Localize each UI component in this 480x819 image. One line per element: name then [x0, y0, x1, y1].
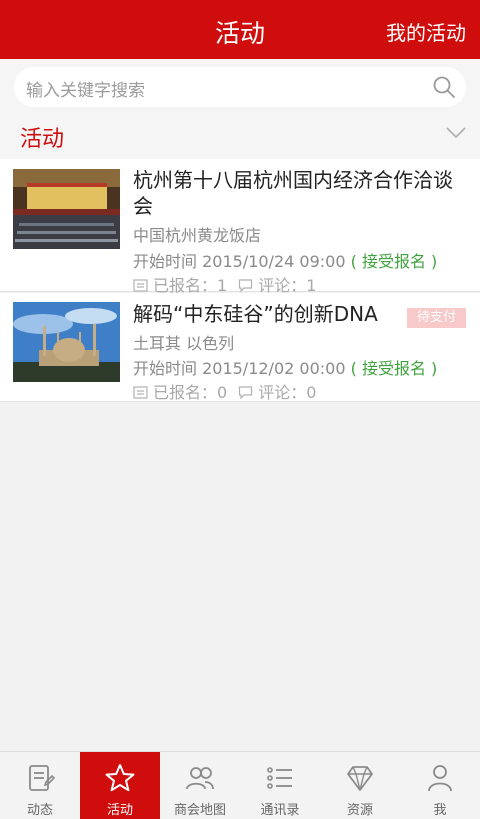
comment-count: 评论：0	[258, 383, 317, 402]
user-icon	[428, 765, 452, 792]
search-placeholder: 输入关键字搜索	[26, 81, 145, 101]
event-time-row: 开始时间 2015/12/02 00:00 ( 接受报名 )	[133, 355, 437, 379]
event-location: 土耳其 以色列	[133, 334, 235, 353]
event-stats: 已报名：0 评论：0	[133, 379, 316, 403]
event-title: 杭州第十八届杭州国内经济合作洽谈会	[133, 168, 453, 218]
event-start-time: 开始时间 2015/12/02 00:00	[133, 359, 346, 378]
top-bar: 活动 我的活动	[0, 0, 480, 59]
my-events-button[interactable]: 我的活动	[386, 17, 466, 46]
tab-resources[interactable]: 资源	[320, 752, 400, 819]
tab-label: 我	[433, 803, 447, 818]
section-title: 活动	[20, 127, 65, 152]
tab-me[interactable]: 我	[400, 752, 480, 819]
tab-label: 资源	[346, 803, 373, 818]
event-thumbnail	[13, 302, 120, 382]
tab-label: 动态	[26, 803, 53, 818]
section-header[interactable]: 活动	[0, 113, 480, 159]
signup-count: 已报名：0	[153, 383, 228, 402]
tab-label: 通讯录	[260, 803, 300, 818]
news-icon	[29, 765, 56, 791]
tab-chamber-map[interactable]: 商会地图	[160, 752, 240, 819]
chevron-down-icon[interactable]	[446, 126, 466, 140]
event-start-time: 开始时间 2015/10/24 09:00	[133, 252, 346, 271]
list-icon	[267, 767, 292, 789]
star-icon	[105, 764, 135, 792]
event-thumbnail	[13, 169, 120, 249]
search-input[interactable]: 输入关键字搜索	[14, 67, 466, 107]
comment-icon	[239, 279, 253, 293]
tab-contacts[interactable]: 通讯录	[240, 752, 320, 819]
people-icon	[186, 767, 214, 790]
event-item[interactable]: 杭州第十八届杭州国内经济合作洽谈会 中国杭州黄龙饭店 开始时间 2015/10/…	[0, 159, 480, 295]
bottom-tab-bar: 动态 活动 商会地图 通讯录 资源 我	[0, 751, 480, 819]
diamond-icon	[347, 766, 373, 791]
status-badge: 待支付	[406, 308, 466, 328]
event-time-row: 开始时间 2015/10/24 09:00 ( 接受报名 )	[133, 248, 437, 272]
event-item[interactable]: 解码“中东硅谷”的创新DNA 待支付 土耳其 以色列 开始时间 2015/12/…	[0, 293, 480, 402]
tab-news[interactable]: 动态	[0, 752, 80, 819]
signup-icon	[133, 279, 148, 292]
signup-icon	[133, 386, 148, 399]
event-location: 中国杭州黄龙饭店	[133, 226, 262, 245]
search-bar: 输入关键字搜索	[0, 59, 480, 113]
comment-icon	[239, 386, 253, 400]
tab-events[interactable]: 活动	[80, 752, 160, 819]
event-status: ( 接受报名 )	[350, 359, 438, 378]
tab-label: 商会地图	[173, 803, 226, 818]
event-status: ( 接受报名 )	[350, 252, 438, 271]
tab-label: 活动	[106, 803, 133, 818]
event-list: 杭州第十八届杭州国内经济合作洽谈会 中国杭州黄龙饭店 开始时间 2015/10/…	[0, 159, 480, 402]
search-icon[interactable]	[432, 75, 456, 99]
